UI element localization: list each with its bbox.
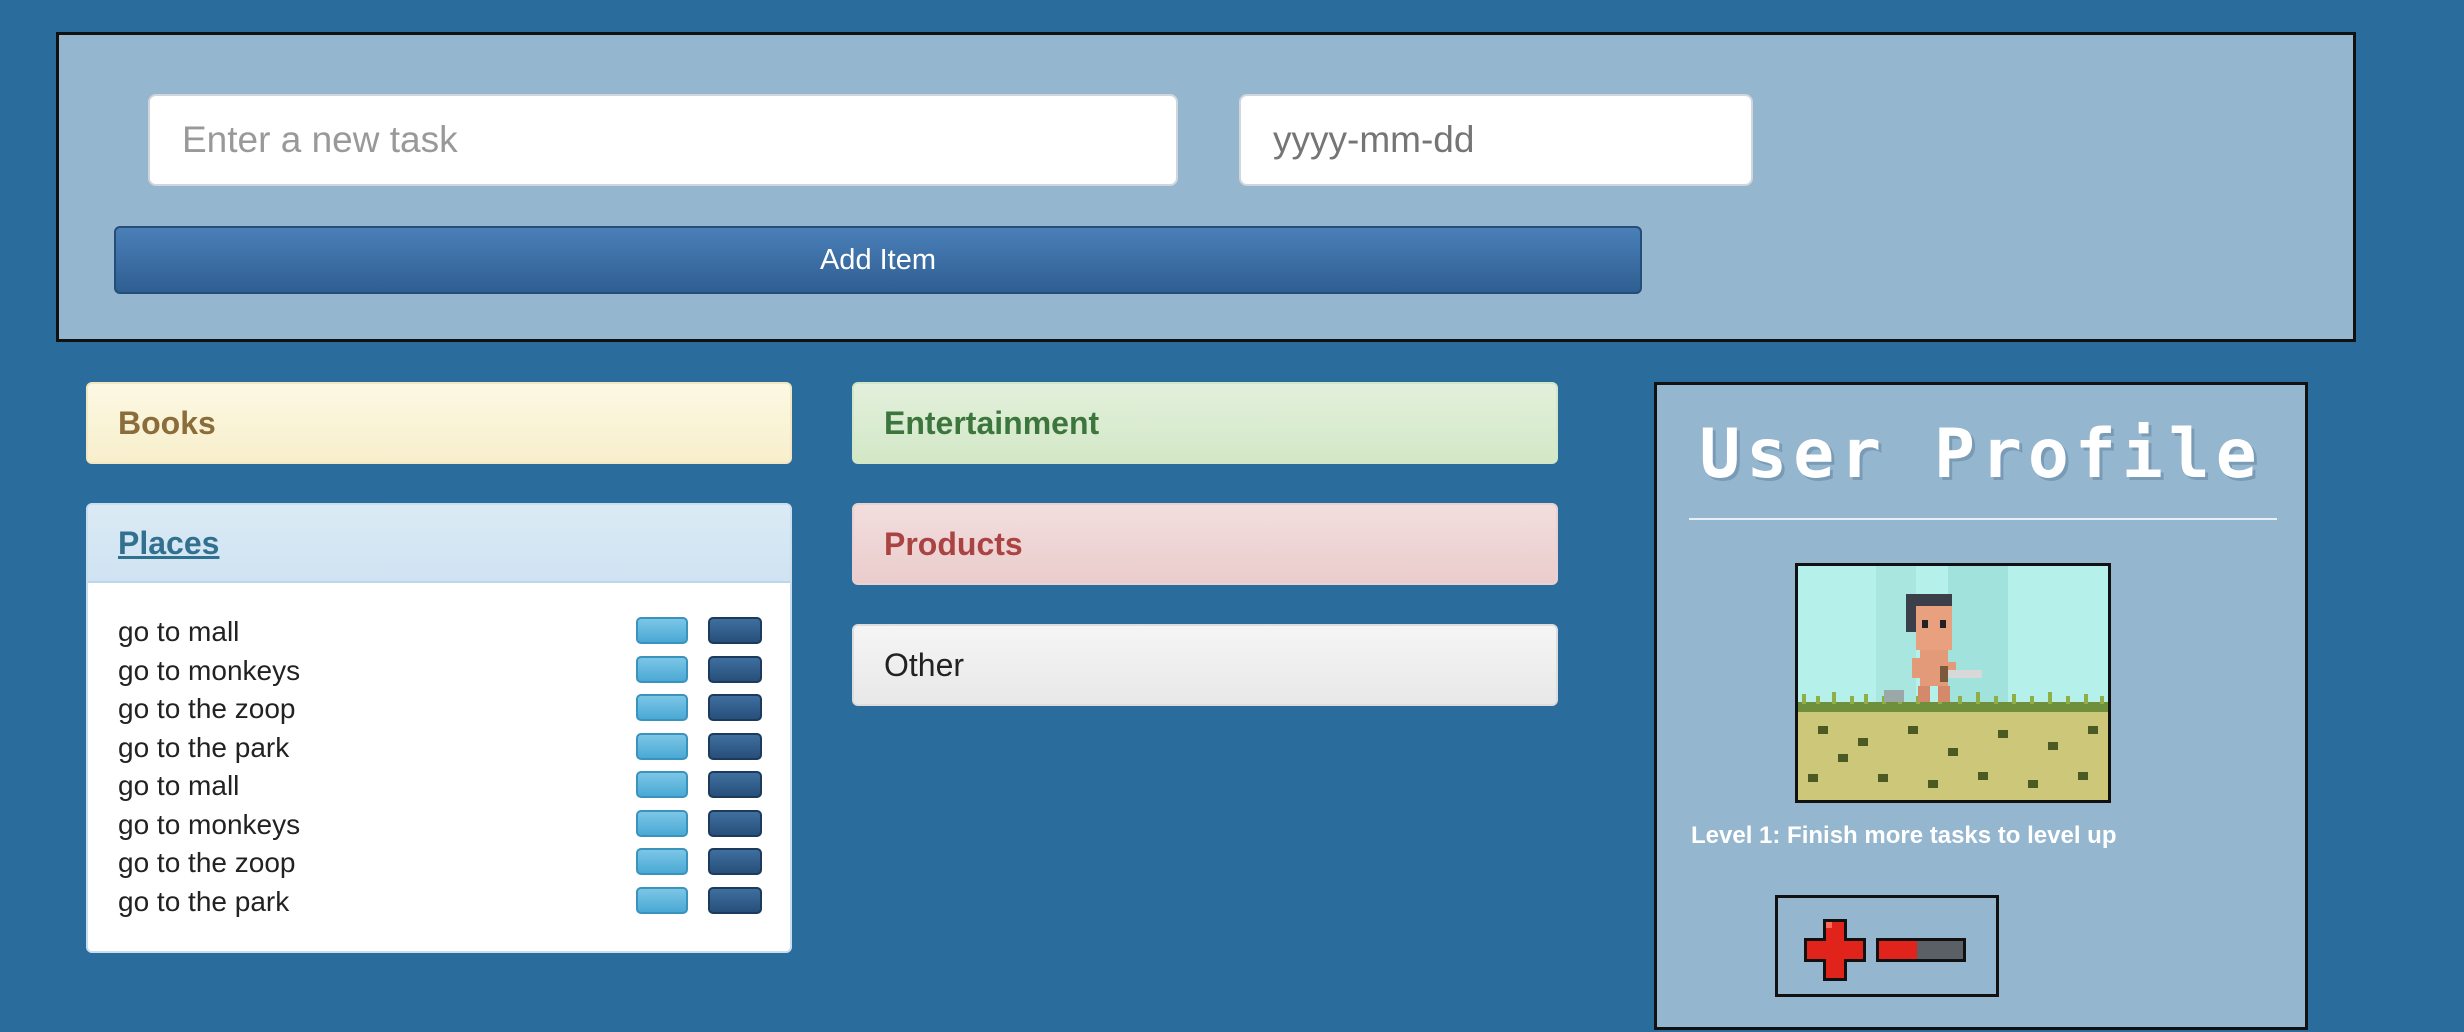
task-text: go to monkeys bbox=[118, 808, 301, 840]
delete-task-button[interactable] bbox=[708, 809, 762, 837]
delete-task-button[interactable] bbox=[708, 886, 762, 914]
delete-task-button[interactable] bbox=[708, 655, 762, 683]
list-item: go to the zoop bbox=[88, 844, 790, 883]
profile-title: User Profile bbox=[1699, 415, 2263, 494]
list-item: go to the park bbox=[88, 729, 790, 768]
delete-task-button[interactable] bbox=[708, 848, 762, 875]
delete-task-button[interactable] bbox=[708, 617, 762, 644]
delete-task-button[interactable] bbox=[708, 771, 762, 798]
list-item: go to monkeys bbox=[88, 806, 790, 845]
health-box bbox=[1775, 895, 1999, 997]
list-item: go to mall bbox=[88, 613, 790, 652]
pixel-character-avatar bbox=[1795, 563, 2111, 803]
category-places-label[interactable]: Places bbox=[118, 525, 219, 562]
category-places-panel: Places go to mall go to monkeys go to th… bbox=[86, 503, 792, 953]
list-item: go to mall bbox=[88, 767, 790, 806]
complete-task-button[interactable] bbox=[636, 848, 688, 875]
red-cross-icon bbox=[1804, 919, 1866, 981]
complete-task-button[interactable] bbox=[636, 694, 688, 721]
task-input[interactable] bbox=[148, 94, 1178, 186]
complete-task-button[interactable] bbox=[636, 655, 688, 683]
complete-task-button[interactable] bbox=[636, 617, 688, 644]
complete-task-button[interactable] bbox=[636, 809, 688, 837]
task-text: go to mall bbox=[118, 770, 240, 802]
category-other-label: Other bbox=[884, 646, 965, 683]
task-text: go to the zoop bbox=[118, 847, 296, 879]
list-item: go to monkeys bbox=[88, 652, 790, 691]
places-task-list: go to mall go to monkeys go to the zoop … bbox=[88, 613, 790, 921]
list-item: go to the park bbox=[88, 883, 790, 922]
user-profile-panel: User Profile Level 1: Finish more tasks … bbox=[1654, 382, 2308, 1030]
divider bbox=[1689, 518, 2277, 520]
category-entertainment-label: Entertainment bbox=[884, 404, 1100, 441]
complete-task-button[interactable] bbox=[636, 886, 688, 914]
task-text: go to monkeys bbox=[118, 654, 301, 686]
health-bar bbox=[1876, 938, 1966, 962]
delete-task-button[interactable] bbox=[708, 694, 762, 721]
task-text: go to mall bbox=[118, 616, 240, 648]
new-task-form: Add Item bbox=[56, 32, 2356, 342]
task-text: go to the park bbox=[118, 885, 290, 917]
category-books-label: Books bbox=[118, 404, 216, 441]
date-input[interactable] bbox=[1239, 94, 1753, 186]
list-item: go to the zoop bbox=[88, 690, 790, 729]
category-books[interactable]: Books bbox=[86, 382, 792, 464]
delete-task-button[interactable] bbox=[708, 732, 762, 760]
category-products[interactable]: Products bbox=[852, 503, 1558, 585]
task-text: go to the zoop bbox=[118, 693, 296, 725]
complete-task-button[interactable] bbox=[636, 771, 688, 798]
add-item-button[interactable]: Add Item bbox=[114, 226, 1642, 294]
category-places-header[interactable]: Places bbox=[88, 505, 790, 583]
level-status-text: Level 1: Finish more tasks to level up bbox=[1691, 822, 2117, 849]
category-entertainment[interactable]: Entertainment bbox=[852, 382, 1558, 464]
complete-task-button[interactable] bbox=[636, 732, 688, 760]
category-other[interactable]: Other bbox=[852, 624, 1558, 706]
task-text: go to the park bbox=[118, 731, 290, 763]
category-products-label: Products bbox=[884, 525, 1023, 562]
